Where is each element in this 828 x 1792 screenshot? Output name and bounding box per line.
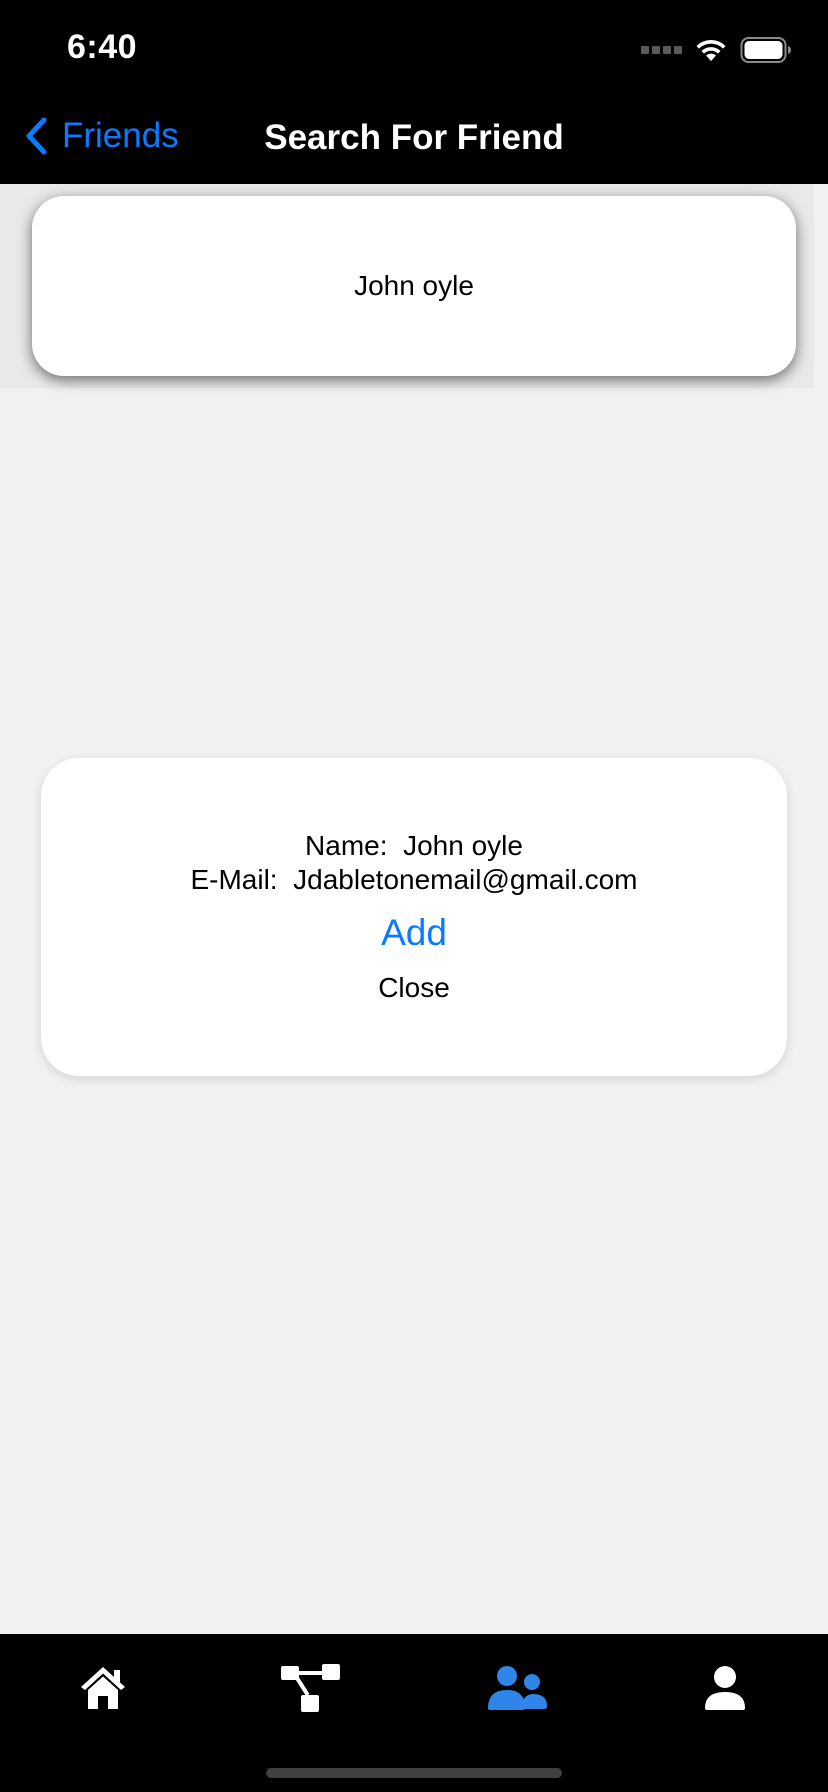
email-value: Jdabletonemail@gmail.com: [293, 864, 638, 895]
name-value: John oyle: [403, 830, 523, 861]
screen: 6:40 Friends Search For Friend John oyle…: [0, 0, 828, 1792]
status-time: 6:40: [67, 28, 138, 66]
email-row: E-Mail: Jdabletonemail@gmail.com: [41, 864, 787, 896]
profile-icon: [705, 1666, 745, 1710]
cellular-signal-icon: [641, 46, 682, 54]
tab-friends[interactable]: [478, 1656, 558, 1720]
home-icon: [81, 1667, 125, 1709]
close-popup-button[interactable]: Close: [41, 972, 787, 1004]
home-indicator: [266, 1768, 562, 1778]
email-label: E-Mail:: [190, 864, 278, 895]
tab-bar: [0, 1634, 828, 1792]
search-result-card[interactable]: John oyle: [32, 196, 796, 376]
header: 6:40 Friends Search For Friend: [0, 0, 828, 184]
wifi-icon: [696, 39, 726, 61]
status-indicators: [641, 36, 792, 64]
add-friend-button[interactable]: Add: [41, 912, 787, 954]
tab-profile[interactable]: [685, 1656, 765, 1720]
friend-detail-popup: Name: John oyle E-Mail: Jdabletonemail@g…: [41, 758, 787, 1076]
battery-icon: [740, 37, 791, 63]
tree-icon: [281, 1664, 340, 1712]
tab-home[interactable]: [63, 1656, 143, 1720]
search-result-name: John oyle: [354, 270, 474, 301]
tab-tree[interactable]: [271, 1656, 351, 1720]
name-row: Name: John oyle: [41, 830, 787, 862]
friends-icon: [488, 1666, 547, 1710]
page-title: Search For Friend: [264, 118, 564, 157]
name-label: Name:: [305, 830, 388, 861]
